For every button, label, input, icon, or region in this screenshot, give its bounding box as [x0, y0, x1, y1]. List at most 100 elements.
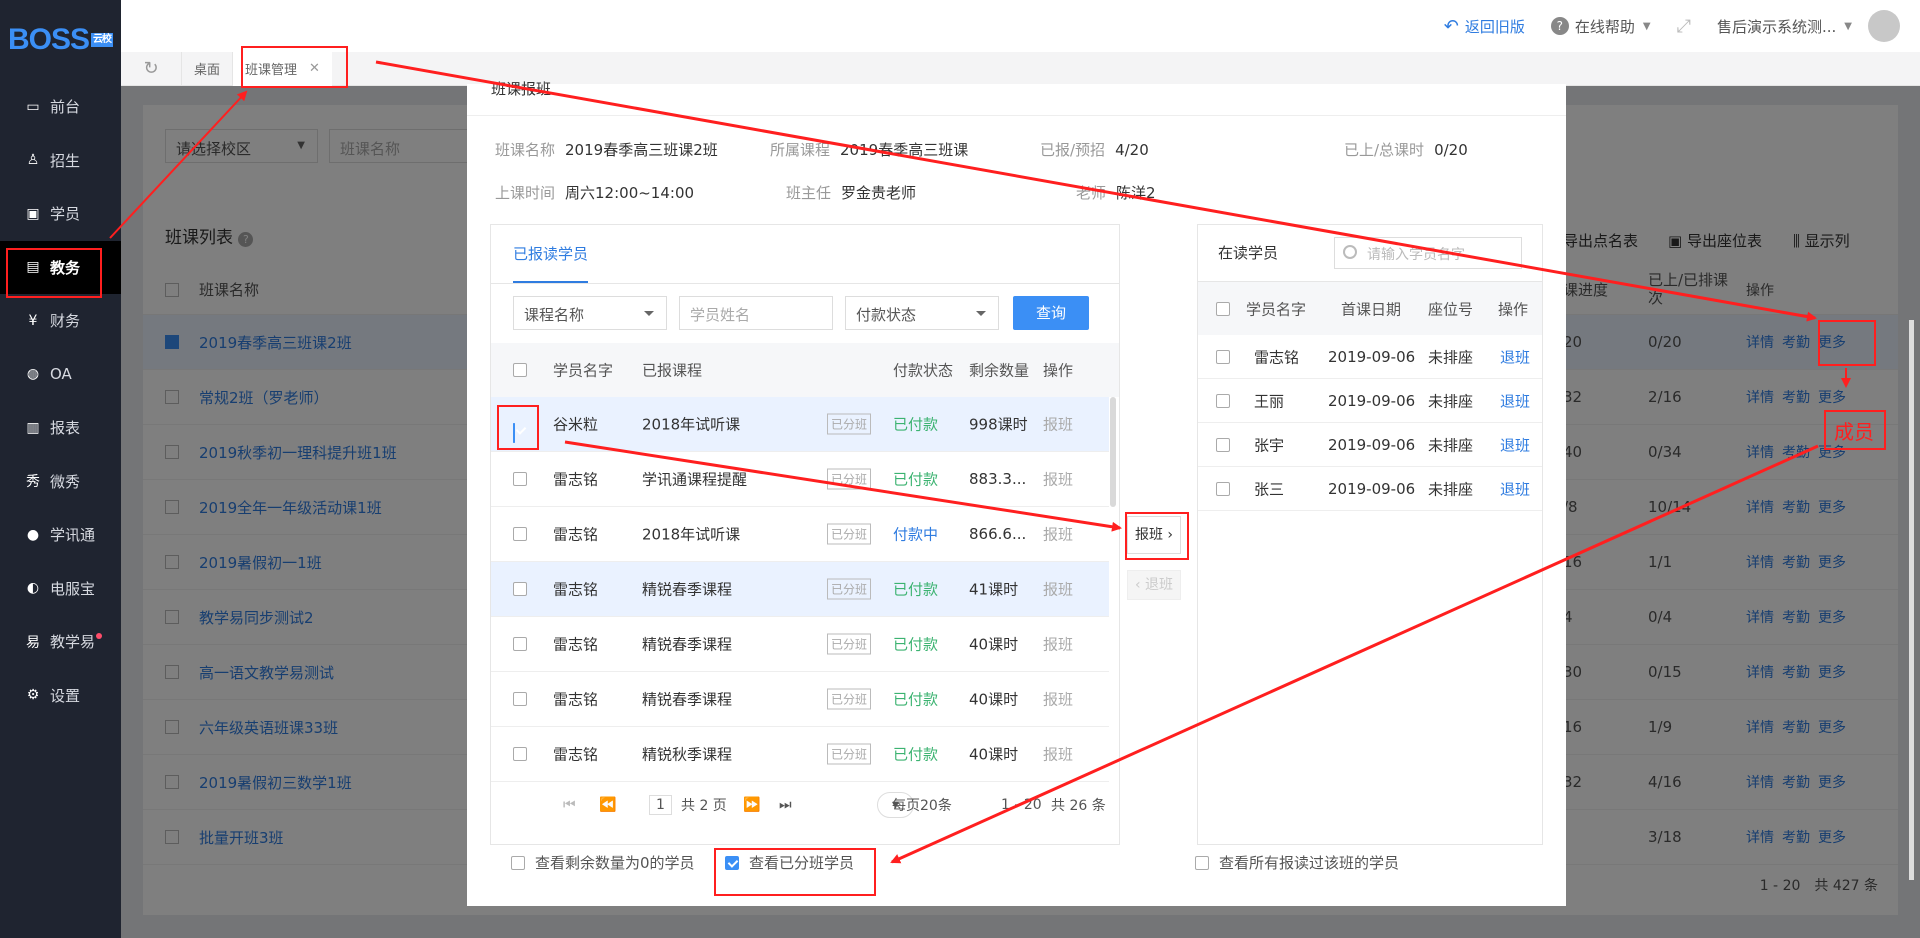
next-page-icon[interactable]: ⏩ — [743, 797, 760, 813]
enroll-link[interactable]: 报班 — [1043, 689, 1073, 710]
payment-status-select[interactable]: 付款状态 — [845, 296, 999, 330]
row-checkbox[interactable] — [513, 472, 527, 486]
table-row[interactable]: 雷志铭 精锐春季课程 已分班 已付款 40课时 报班 — [491, 672, 1109, 727]
online-help-button[interactable]: ? 在线帮助 ▼ — [1550, 16, 1651, 37]
row-checkbox[interactable] — [1216, 481, 1230, 496]
student-name: 雷志铭 — [553, 470, 599, 489]
teach-icon: 易 — [26, 634, 40, 651]
row-checkbox[interactable] — [513, 637, 527, 651]
sidebar-item-student[interactable]: ▣ 学员 — [0, 187, 121, 241]
withdraw-link[interactable]: 退班 — [1500, 434, 1530, 455]
first-lesson-date: 2019-09-06 — [1328, 391, 1416, 410]
scrollbar[interactable] — [1110, 397, 1116, 507]
sidebar-item-label: 设置 — [50, 686, 81, 705]
table-row[interactable]: 雷志铭 精锐秋季课程 已分班 已付款 40课时 报班 — [491, 727, 1109, 782]
annotation-box-enroll — [1125, 512, 1189, 560]
annotation-box-checkbox — [497, 405, 539, 450]
row-checkbox[interactable] — [513, 692, 527, 706]
sidebar-item-weixiu[interactable]: 秀微秀 — [0, 455, 121, 509]
sidebar-item-recruit[interactable]: ♙ 招生 — [0, 134, 121, 188]
per-page-select[interactable]: 每页20条 ▾ — [877, 792, 952, 818]
table-row[interactable]: 雷志铭 2019-09-06 未排座 退班 — [1198, 335, 1542, 379]
info-enrolled: 已报/预招 4/20 — [1040, 139, 1149, 160]
select-all-checkbox[interactable] — [1216, 301, 1230, 316]
prev-page-icon[interactable]: ⏪ — [599, 797, 616, 813]
logo-text: BOSS — [7, 23, 90, 56]
row-checkbox[interactable] — [513, 527, 527, 541]
table-row[interactable]: 雷志铭 2018年试听课 已分班 付款中 866.6... 报班 — [491, 507, 1109, 562]
first-page-icon[interactable]: ⏮ — [563, 797, 576, 813]
tab-enrolled-students[interactable]: 已报读学员 — [513, 225, 589, 283]
enroll-link[interactable]: 报班 — [1043, 414, 1073, 435]
payment-status: 付款中 — [893, 525, 939, 544]
seat-number: 未排座 — [1428, 392, 1474, 410]
student-name: 雷志铭 — [553, 690, 599, 709]
column-header: 座位号 — [1428, 300, 1474, 318]
enroll-link[interactable]: 报班 — [1043, 469, 1073, 490]
tab-desk[interactable]: 桌面 — [181, 51, 232, 86]
sidebar-item-dianfubao[interactable]: ◐ 电服宝 — [0, 562, 121, 616]
sidebar-item-report[interactable]: ▥ 报表 — [0, 401, 121, 455]
refresh-icon[interactable]: ↻ — [121, 58, 181, 79]
info-label: 老师 — [1076, 184, 1107, 202]
row-checkbox[interactable] — [1216, 349, 1230, 364]
info-value: 4/20 — [1115, 141, 1149, 159]
show-all-read-checkbox[interactable]: 查看所有报读过该班的学员 — [1195, 852, 1399, 873]
table-row[interactable]: 雷志铭 精锐春季课程 已分班 已付款 40课时 报班 — [491, 617, 1109, 672]
show-zero-remaining-checkbox[interactable]: 查看剩余数量为0的学员 — [511, 852, 695, 873]
row-checkbox[interactable] — [1216, 437, 1230, 452]
fullscreen-button[interactable]: ⤢ — [1677, 16, 1691, 37]
row-checkbox[interactable] — [513, 747, 527, 761]
phone-icon: ◐ — [26, 580, 40, 597]
student-name: 雷志铭 — [553, 580, 599, 599]
sidebar-item-settings[interactable]: ⚙ 设置 — [0, 669, 121, 723]
modal-title: 班课报班 — [491, 80, 552, 98]
logo: BOSS 云校 — [0, 0, 121, 80]
enroll-link[interactable]: 报班 — [1043, 579, 1073, 600]
course-name-select[interactable]: 课程名称 — [513, 296, 667, 330]
enroll-link[interactable]: 报班 — [1043, 744, 1073, 765]
table-row[interactable]: 王丽 2019-09-06 未排座 退班 — [1198, 379, 1542, 423]
table-row[interactable]: 张宇 2019-09-06 未排座 退班 — [1198, 423, 1542, 467]
table-header: 学员名字 已报课程 付款状态 剩余数量 操作 — [491, 343, 1119, 397]
back-old-version-link[interactable]: ↶ 返回旧版 — [1444, 16, 1525, 37]
account-menu[interactable]: 售后演示系统测... ▼ — [1717, 16, 1852, 37]
row-checkbox[interactable] — [513, 582, 527, 596]
sidebar-item-jiaoxueyi[interactable]: 易教学易 — [0, 615, 121, 669]
seat-number: 未排座 — [1428, 436, 1474, 454]
select-all-checkbox[interactable] — [513, 363, 527, 377]
enroll-link[interactable]: 报班 — [1043, 634, 1073, 655]
withdraw-link[interactable]: 退班 — [1500, 346, 1530, 367]
withdraw-link[interactable]: 退班 — [1500, 478, 1530, 499]
checkbox[interactable] — [1195, 855, 1209, 870]
table-row[interactable]: 张三 2019-09-06 未排座 退班 — [1198, 467, 1542, 511]
avatar[interactable] — [1868, 10, 1900, 42]
student-name: 张宇 — [1254, 436, 1285, 454]
sidebar-item-front[interactable]: ▭ 前台 — [0, 80, 121, 134]
withdraw-link[interactable]: 退班 — [1500, 390, 1530, 411]
withdraw-button[interactable]: ‹ 退班 — [1127, 570, 1181, 600]
payment-status: 已付款 — [893, 635, 939, 654]
info-label: 班主任 — [786, 184, 832, 202]
sidebar-item-oa[interactable]: ◍ OA — [0, 348, 121, 402]
sidebar-item-xuexuntong[interactable]: ● 学讯通 — [0, 508, 121, 562]
gear-icon: ⚙ — [26, 687, 40, 704]
query-button[interactable]: 查询 — [1013, 296, 1089, 330]
page-scrollbar[interactable] — [1909, 320, 1914, 880]
student-name: 雷志铭 — [553, 525, 599, 544]
table-row[interactable]: 雷志铭 精锐春季课程 已分班 已付款 41课时 报班 — [491, 562, 1109, 617]
sidebar-item-finance[interactable]: ¥ 财务 — [0, 294, 121, 348]
last-page-icon[interactable]: ⏭ — [779, 797, 792, 813]
course-name: 精锐春季课程 — [642, 580, 733, 599]
calendar-icon: ▭ — [26, 98, 40, 115]
row-checkbox[interactable] — [1216, 393, 1230, 408]
table-row[interactable]: 雷志铭 学讯通课程提醒 已分班 已付款 883.3... 报班 — [491, 452, 1109, 507]
table-row[interactable]: 谷米粒 2018年试听课 已分班 已付款 998课时 报班 — [491, 397, 1109, 452]
info-label: 已上/总课时 — [1344, 141, 1425, 159]
page-number-input[interactable]: 1 — [649, 795, 672, 815]
student-name-input[interactable]: 学员姓名 — [679, 296, 833, 330]
sidebar-item-label: 电服宝 — [50, 579, 96, 598]
enroll-link[interactable]: 报班 — [1043, 524, 1073, 545]
checkbox[interactable] — [511, 855, 525, 870]
student-search-input[interactable]: 请输入学员名字 — [1334, 237, 1522, 269]
